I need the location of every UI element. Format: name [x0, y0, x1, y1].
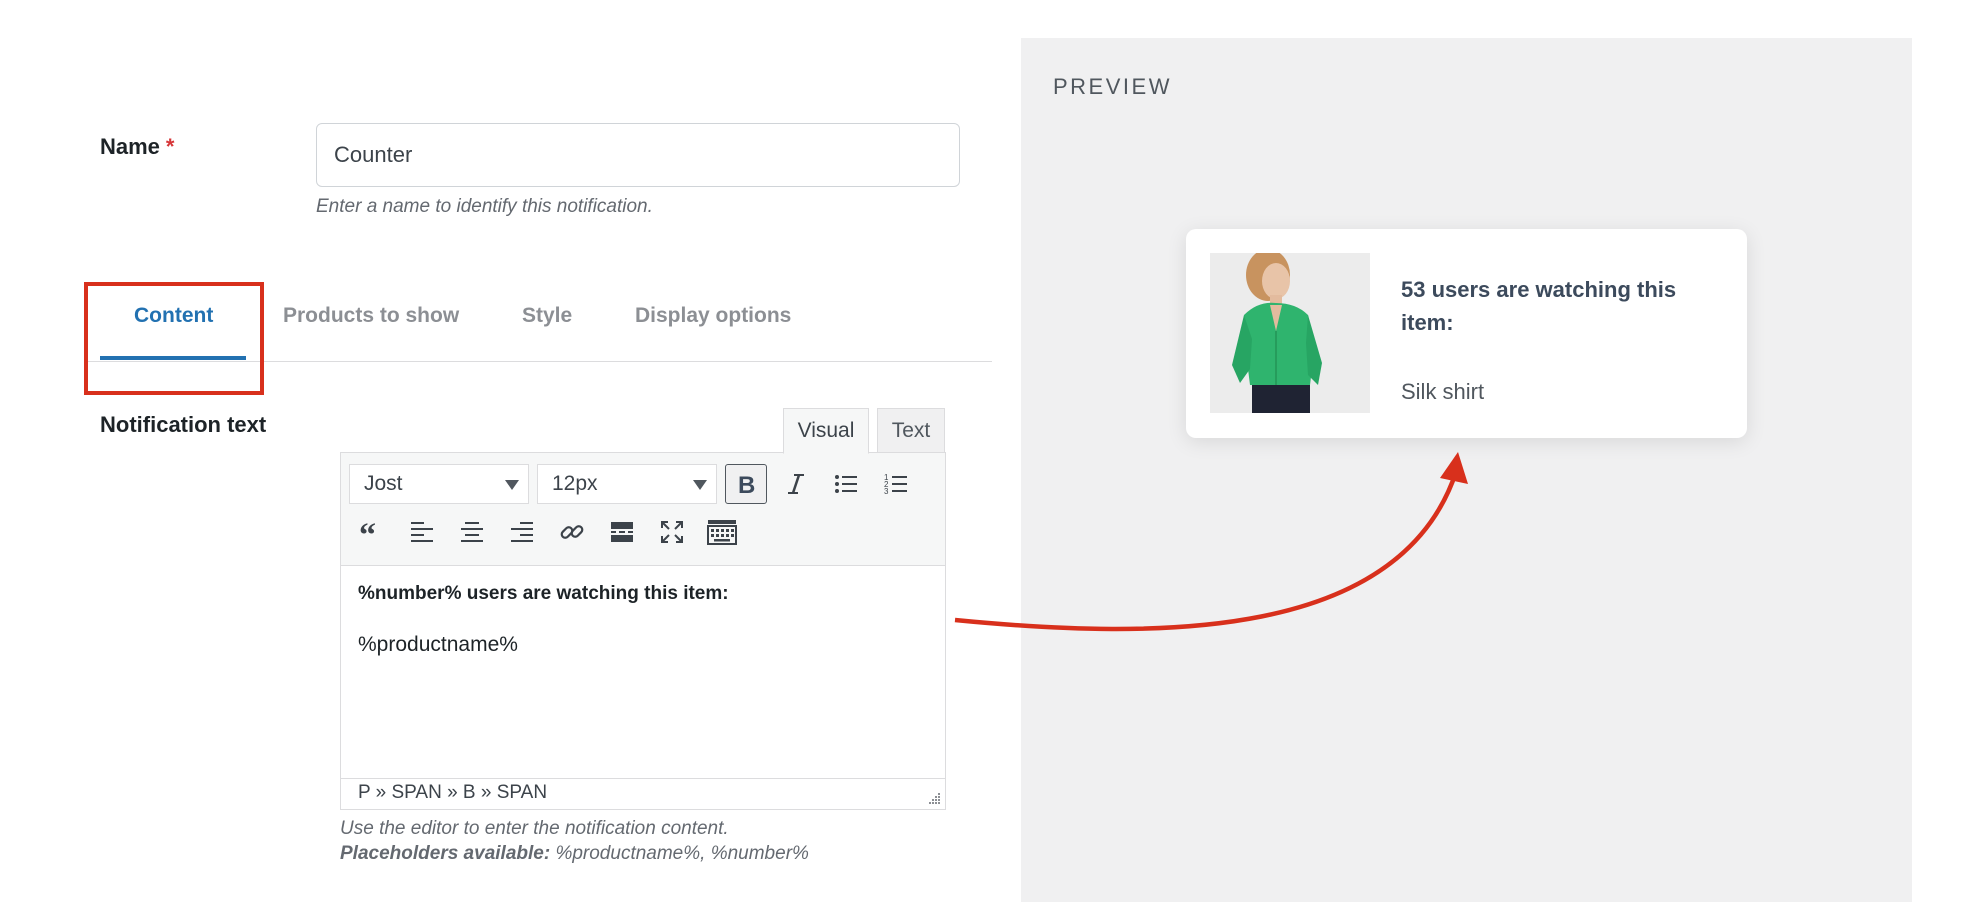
- bullet-list-icon: [835, 475, 857, 493]
- required-mark: *: [165, 134, 175, 159]
- editor-statusbar: P » SPAN » B » SPAN: [341, 778, 945, 809]
- name-help-text: Enter a name to identify this notificati…: [316, 196, 653, 217]
- editor-text-tab[interactable]: Text: [877, 408, 945, 454]
- rich-text-editor: Jost 12px B 123 “ %number% users are wat…: [340, 452, 946, 810]
- insert-link-button[interactable]: [551, 512, 593, 552]
- shirt-photo-icon: [1210, 253, 1370, 413]
- placeholders-label: Placeholders available:: [340, 843, 551, 864]
- bold-button[interactable]: B: [725, 464, 767, 504]
- italic-button[interactable]: [775, 464, 817, 504]
- svg-text:“: “: [359, 520, 376, 544]
- link-icon: [560, 525, 584, 539]
- tab-style[interactable]: Style: [522, 304, 572, 328]
- name-label-text: Name: [100, 134, 160, 159]
- placeholders-list: %productname%, %number%: [555, 843, 809, 864]
- product-image: [1210, 253, 1370, 413]
- fullscreen-button[interactable]: [651, 512, 693, 552]
- placeholders-help: Placeholders available: %productname%, %…: [340, 843, 809, 865]
- fullscreen-icon: [661, 521, 683, 543]
- numbered-list-button[interactable]: 123: [875, 464, 917, 504]
- editor-toolbar: Jost 12px B 123 “: [341, 453, 945, 566]
- content-line-product: %productname%: [358, 633, 518, 656]
- notification-text-label: Notification text: [100, 412, 267, 437]
- name-label: Name *: [100, 134, 174, 160]
- blockquote-button[interactable]: “: [351, 512, 393, 552]
- chevron-down-icon: [693, 480, 707, 490]
- svg-text:3: 3: [884, 487, 889, 496]
- tab-products-to-show[interactable]: Products to show: [283, 304, 459, 328]
- read-more-icon: [611, 522, 633, 542]
- bullet-list-button[interactable]: [825, 464, 867, 504]
- align-center-icon: [461, 522, 483, 542]
- align-right-icon: [511, 522, 533, 542]
- keyboard-icon: [707, 520, 737, 545]
- font-family-value: Jost: [364, 472, 403, 495]
- content-line-bold: %number% users are watching this item:: [358, 583, 729, 604]
- italic-icon: [788, 474, 804, 494]
- chevron-down-icon: [505, 480, 519, 490]
- align-left-icon: [411, 522, 433, 542]
- preview-card-title: 53 users are watching this item:: [1401, 277, 1677, 335]
- preview-title: PREVIEW: [1053, 74, 1172, 99]
- preview-card-product: Silk shirt: [1401, 379, 1485, 404]
- numbered-list-icon: 123: [884, 473, 907, 496]
- blockquote-icon: “: [359, 520, 376, 544]
- editor-visual-tab[interactable]: Visual: [783, 408, 869, 454]
- bold-icon: B: [738, 472, 755, 496]
- tab-display-options[interactable]: Display options: [635, 304, 791, 328]
- font-family-select[interactable]: Jost: [349, 464, 529, 504]
- svg-text:B: B: [738, 472, 755, 496]
- align-left-button[interactable]: [401, 512, 443, 552]
- editor-content-area[interactable]: %number% users are watching this item: %…: [341, 567, 945, 779]
- tab-highlight-box: [84, 282, 264, 395]
- read-more-button[interactable]: [601, 512, 643, 552]
- font-size-select[interactable]: 12px: [537, 464, 717, 504]
- preview-panel: PREVIEW 53 users are watching this item:…: [1021, 38, 1912, 902]
- font-size-value: 12px: [552, 472, 598, 495]
- element-path: P » SPAN » B » SPAN: [358, 782, 548, 803]
- resize-handle-icon[interactable]: [927, 791, 941, 805]
- editor-help-text: Use the editor to enter the notification…: [340, 818, 729, 839]
- align-center-button[interactable]: [451, 512, 493, 552]
- toolbar-toggle-button[interactable]: [701, 512, 743, 552]
- name-input[interactable]: [316, 123, 960, 187]
- notification-preview-card: 53 users are watching this item: Silk sh…: [1186, 229, 1747, 438]
- align-right-button[interactable]: [501, 512, 543, 552]
